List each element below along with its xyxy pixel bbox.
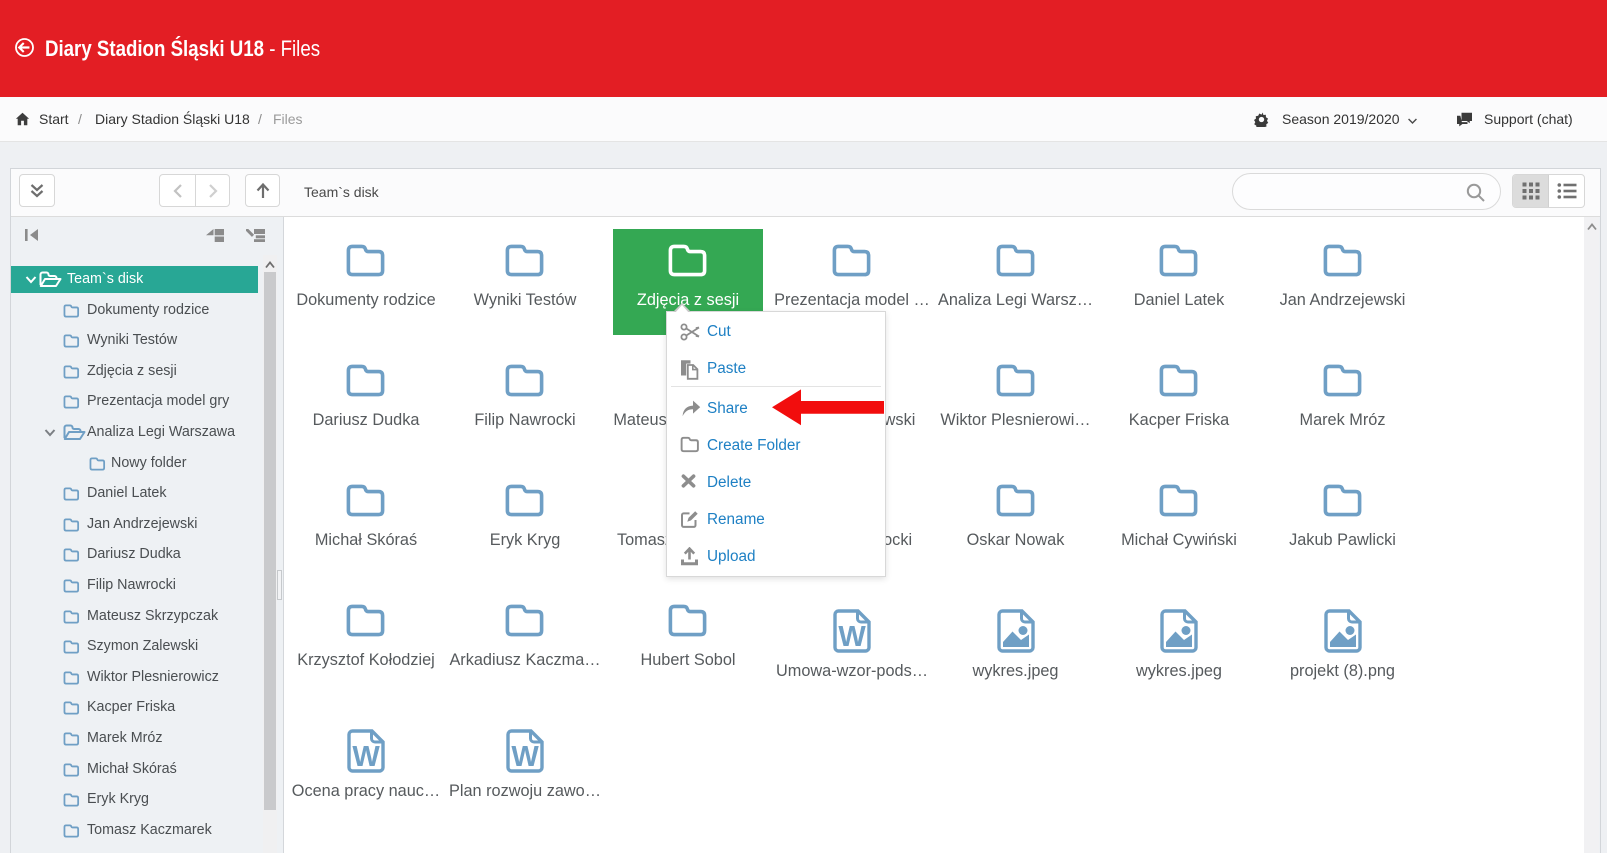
svg-text:W: W [838, 621, 866, 653]
svg-text:W: W [352, 741, 380, 773]
svg-text:W: W [511, 741, 539, 773]
